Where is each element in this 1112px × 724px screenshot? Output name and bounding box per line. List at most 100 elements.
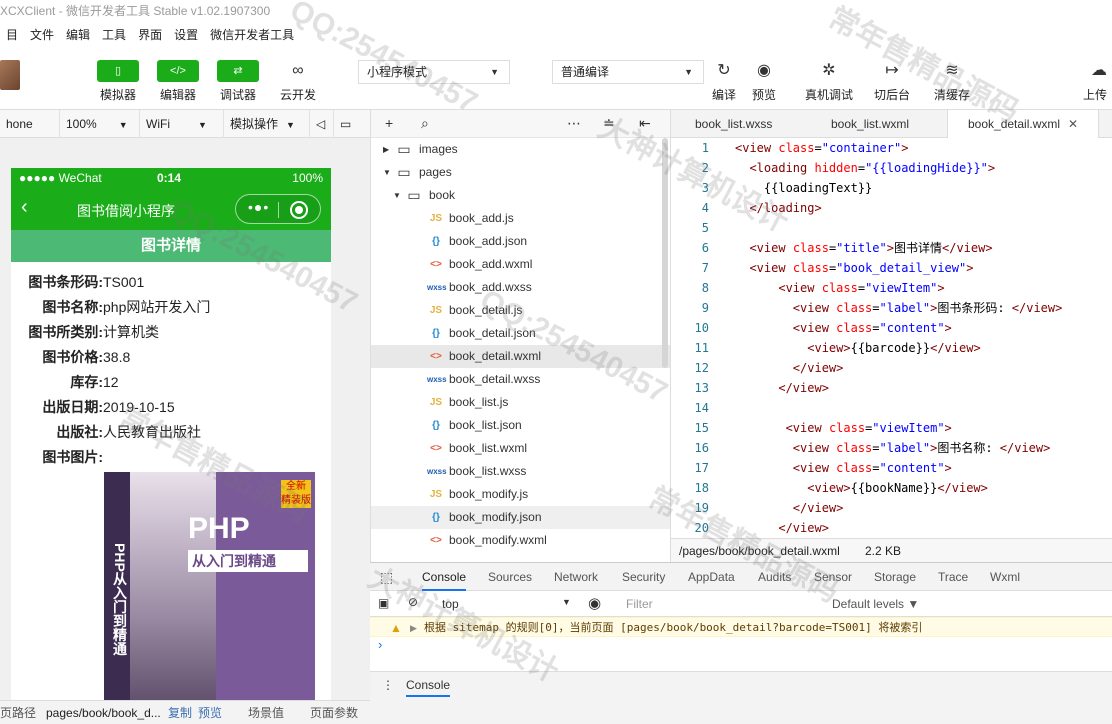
file-item[interactable]: JS book_add.js — [371, 207, 670, 230]
chevron-down-icon[interactable]: ▼ — [383, 161, 391, 184]
scene-value-button[interactable]: 场景值 — [248, 701, 284, 724]
menu-item[interactable]: 界面 — [132, 26, 168, 43]
more-dots-icon[interactable]: •●• — [248, 199, 269, 215]
upload-button[interactable]: ☁ 上传 — [1078, 60, 1112, 103]
menu-item[interactable]: 设置 — [168, 26, 204, 43]
file-item[interactable]: <> book_add.wxml — [371, 253, 670, 276]
devtools-tab-storage[interactable]: Storage — [874, 563, 916, 591]
folder-item[interactable]: ▼ ▭ book — [371, 184, 670, 207]
close-target-icon[interactable] — [290, 201, 308, 219]
file-item[interactable]: {} book_detail.json — [371, 322, 670, 345]
compile-select[interactable]: 普通编译 ▼ — [552, 60, 704, 84]
explorer-scrollbar[interactable] — [662, 138, 668, 368]
real-debug-button[interactable]: ✲ 真机调试 — [802, 60, 856, 103]
eye-icon[interactable]: ◉ — [588, 594, 601, 612]
line-text: </view> — [792, 361, 844, 375]
devtools-tab-sensor[interactable]: Sensor — [814, 563, 852, 591]
drawer-menu-icon[interactable]: ⋮ — [382, 678, 394, 692]
menu-item[interactable]: 微信开发者工具 — [204, 26, 300, 43]
devtools-tab-security[interactable]: Security — [622, 563, 665, 591]
devtools-tab-network[interactable]: Network — [554, 563, 598, 591]
sidebar-toggle-icon[interactable]: ▣ — [378, 596, 389, 610]
file-item[interactable]: wxss book_add.wxss — [371, 276, 670, 299]
clear-console-icon[interactable]: ⊘ — [408, 595, 418, 609]
editor-tab[interactable]: book_detail.wxml ✕ — [947, 110, 1100, 138]
menu-item[interactable]: 工具 — [96, 26, 132, 43]
compile-button[interactable]: ↻ 编译 — [702, 60, 746, 103]
code-line: 5 — [671, 218, 1112, 238]
filter-input[interactable]: Filter — [626, 597, 653, 611]
copy-link[interactable]: 复制 — [168, 701, 192, 724]
operation-select[interactable]: 模拟操作 ▼ — [224, 109, 310, 138]
debugger-button[interactable]: ⇄ 调试器 — [216, 60, 260, 103]
file-item[interactable]: {} book_modify.json — [371, 506, 670, 529]
line-text: <view>{{barcode}}</view> — [807, 341, 981, 355]
drawer-console-tab[interactable]: Console — [406, 678, 451, 697]
code-line: 4 </loading> — [671, 198, 1112, 218]
line-text: <view class="viewItem"> — [778, 281, 945, 295]
line-text: <loading hidden="{{loadingHide}}"> — [749, 161, 996, 175]
devtools-tab-sources[interactable]: Sources — [488, 563, 532, 591]
folder-item[interactable]: ▶ ▭ images — [371, 138, 670, 161]
file-item[interactable]: JS book_detail.js — [371, 299, 670, 322]
file-name: book_list.wxss — [449, 464, 527, 478]
simulator-button[interactable]: ▯ 模拟器 — [96, 60, 140, 103]
sort-icon[interactable]: ≐ — [603, 115, 615, 132]
menu-item[interactable]: 编辑 — [60, 26, 96, 43]
editor-tab[interactable]: book_list.wxml — [811, 110, 929, 138]
menu-item[interactable]: 目 — [0, 26, 24, 43]
devtools-tab-audits[interactable]: Audits — [758, 563, 791, 591]
devtools-tab-wxml[interactable]: Wxml — [990, 563, 1020, 591]
capsule-menu[interactable]: •●• — [235, 194, 321, 224]
folder-item[interactable]: ▼ ▭ pages — [371, 161, 670, 184]
file-item[interactable]: {} book_list.json — [371, 414, 670, 437]
mute-icon[interactable]: ◁ — [310, 109, 334, 138]
file-item[interactable]: <> book_list.wxml — [371, 437, 670, 460]
levels-select[interactable]: Default levels ▼ — [832, 597, 919, 611]
wxml-file-icon: <> — [430, 351, 442, 362]
phone-icon: ▯ — [97, 60, 139, 82]
devtools-tab-trace[interactable]: Trace — [938, 563, 968, 591]
file-item[interactable]: JS book_list.js — [371, 391, 670, 414]
file-item[interactable]: wxss book_list.wxss — [371, 460, 670, 483]
file-item[interactable]: <> book_detail.wxml — [371, 345, 670, 368]
file-item[interactable]: <> book_modify.wxml — [371, 529, 670, 552]
close-icon[interactable]: ✕ — [1068, 117, 1078, 131]
menu-item[interactable]: 文件 — [24, 26, 60, 43]
zoom-select[interactable]: 100% ▼ — [60, 109, 140, 138]
file-item[interactable]: JS book_modify.js — [371, 483, 670, 506]
editor-tab[interactable]: book_list.wxss — [675, 110, 792, 138]
chevron-down-icon[interactable]: ▼ — [393, 184, 401, 207]
file-item[interactable]: {} book_add.json — [371, 230, 670, 253]
preview-link[interactable]: 预览 — [198, 701, 222, 724]
context-select[interactable]: top — [442, 597, 459, 611]
collapse-icon[interactable]: ⇤ — [639, 115, 651, 132]
editor-button[interactable]: </> 编辑器 — [156, 60, 200, 103]
device-select[interactable]: hone 5▼ — [0, 109, 60, 159]
avatar[interactable] — [0, 60, 20, 90]
more-icon[interactable]: ⋯ — [567, 115, 581, 132]
devtools-tab-console[interactable]: Console — [422, 563, 467, 591]
line-number: 12 — [694, 361, 709, 375]
page-params-button[interactable]: 页面参数 — [310, 701, 358, 724]
code-area[interactable]: 1 <view class="container"> 2 <loading hidd… — [671, 138, 1112, 538]
detail-value: 38.8 — [103, 349, 131, 365]
folder-icon: ▭ — [407, 187, 421, 203]
file-item[interactable]: wxss book_detail.wxss — [371, 368, 670, 391]
expand-arrow-icon[interactable]: ▶ — [410, 618, 417, 638]
add-icon[interactable]: + — [385, 115, 393, 131]
chevron-right-icon[interactable]: ▶ — [383, 138, 389, 161]
network-select[interactable]: WiFi ▼ — [140, 109, 224, 138]
cloud-button[interactable]: ∞ 云开发 — [276, 60, 320, 103]
background-button[interactable]: ↦ 切后台 — [870, 60, 914, 103]
preview-button[interactable]: ◉ 预览 — [742, 60, 786, 103]
mode-select[interactable]: 小程序模式 ▼ — [358, 60, 510, 84]
console-prompt-icon[interactable]: › — [378, 637, 382, 652]
search-icon[interactable]: ⌕ — [421, 115, 429, 132]
line-text: {{loadingText}} — [735, 181, 873, 195]
clear-cache-button[interactable]: ≋ 清缓存 — [930, 60, 974, 103]
devtools-tab-appdata[interactable]: AppData — [688, 563, 735, 591]
wxml-file-icon: <> — [430, 259, 442, 270]
inspect-icon[interactable]: ⬚ — [380, 563, 393, 591]
detach-icon[interactable]: ▭ — [334, 110, 358, 138]
